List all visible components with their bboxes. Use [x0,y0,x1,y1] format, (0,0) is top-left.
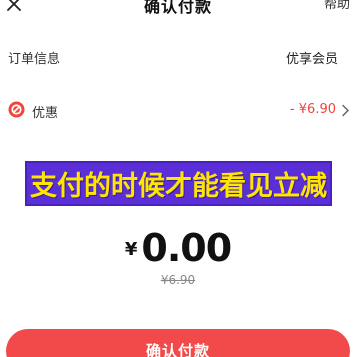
promo-banner: 支付的时候才能看见立减 [25,161,332,206]
discount-label: 优惠 [32,106,59,121]
amount-value: 0.00 [141,226,232,270]
page-title: 确认付款 [143,0,212,16]
chevron-right-icon[interactable] [341,104,350,117]
payment-amount: ¥0.00 [0,226,356,270]
confirm-payment-label: 确认付款 [145,342,210,357]
confirm-payment-button[interactable]: 确认付款 [6,329,350,357]
order-info-value: 优享会员 [285,52,338,67]
discount-row[interactable]: 优惠 - ¥6.90 [0,99,356,123]
coupon-icon [8,101,25,118]
order-info-row: 订单信息 优享会员 [0,45,356,69]
order-info-label: 订单信息 [8,52,61,67]
original-price: ¥6.90 [160,273,196,287]
top-bar: 确认付款 帮助 [0,0,356,18]
promo-banner-text: 支付的时候才能看见立减 [30,171,327,202]
currency-symbol: ¥ [124,239,138,260]
help-link[interactable]: 帮助 [324,0,350,12]
discount-amount: - ¥6.90 [289,102,336,117]
